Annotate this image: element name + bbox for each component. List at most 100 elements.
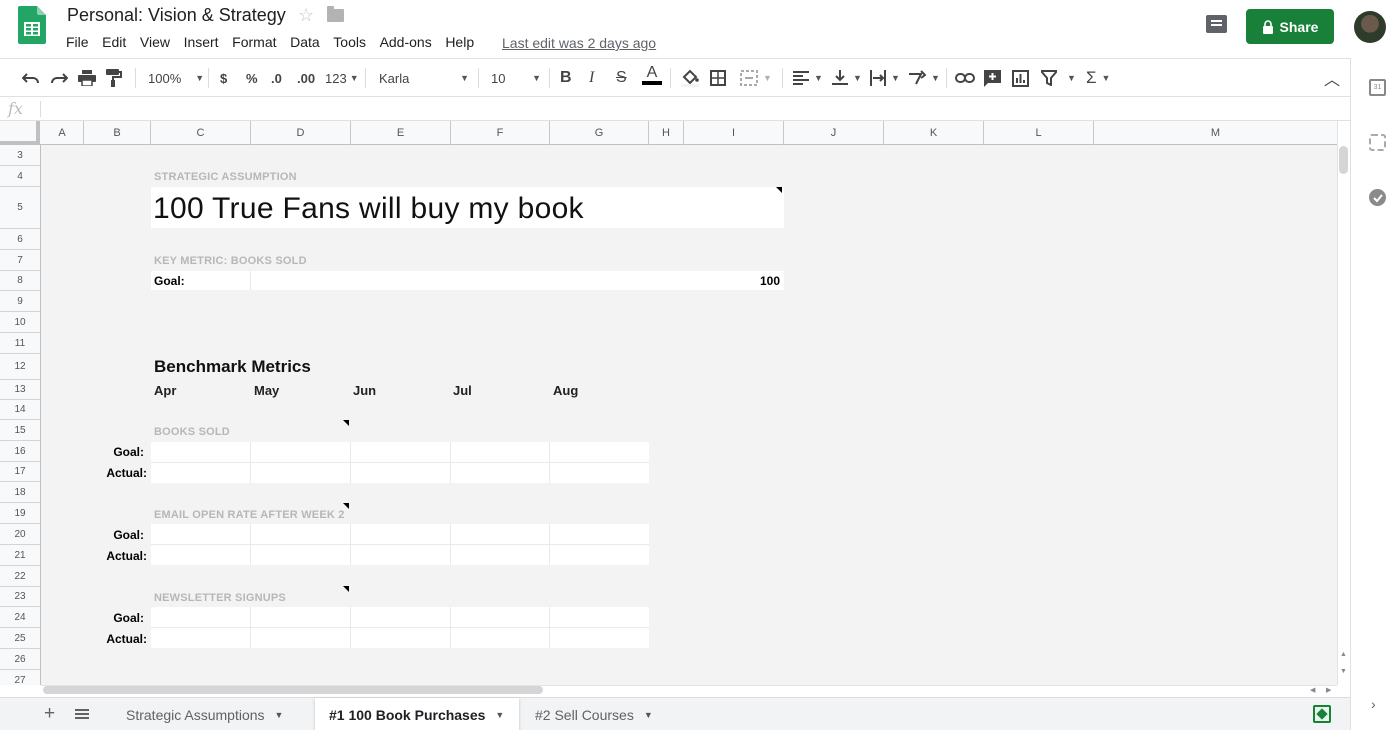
decrease-decimal-button[interactable]: .0 <box>271 67 282 89</box>
row-header[interactable]: 25 <box>0 628 40 649</box>
keep-icon[interactable] <box>1369 134 1386 151</box>
tasks-icon[interactable] <box>1369 189 1386 206</box>
row-header[interactable]: 12 <box>0 354 40 380</box>
sheet-grid[interactable]: STRATEGIC ASSUMPTION 100 True Fans will … <box>41 145 1337 685</box>
text-color-button[interactable]: A <box>642 65 662 91</box>
strikethrough-button[interactable]: S <box>616 67 627 89</box>
star-icon[interactable]: ☆ <box>298 5 314 26</box>
row-header[interactable]: 24 <box>0 607 40 628</box>
row-header[interactable]: 5 <box>0 187 40 229</box>
share-button[interactable]: Share <box>1246 9 1334 44</box>
scroll-up-icon[interactable]: ▲ <box>1340 651 1347 658</box>
row-header[interactable]: 4 <box>0 166 40 187</box>
explore-icon[interactable] <box>1313 705 1331 723</box>
percent-button[interactable]: % <box>246 67 258 89</box>
column-header-c[interactable]: C <box>151 121 251 145</box>
row-header[interactable]: 9 <box>0 291 40 312</box>
row-header[interactable]: 14 <box>0 400 40 420</box>
undo-icon[interactable] <box>22 67 40 89</box>
row-header[interactable]: 23 <box>0 587 40 607</box>
menu-format[interactable]: Format <box>232 34 276 50</box>
text-rotation-icon[interactable]: ▼ <box>908 67 940 89</box>
calendar-icon[interactable]: 31 <box>1369 79 1386 96</box>
paint-format-icon[interactable] <box>106 67 122 89</box>
scroll-left-icon[interactable]: ◀ <box>1310 686 1315 694</box>
currency-button[interactable]: $ <box>220 67 227 89</box>
row-header[interactable]: 15 <box>0 420 40 441</box>
font-select[interactable]: Karla ▼ <box>379 67 469 89</box>
column-header-a[interactable]: A <box>41 121 84 145</box>
column-header-g[interactable]: G <box>550 121 649 145</box>
row-header[interactable]: 20 <box>0 524 40 545</box>
menu-edit[interactable]: Edit <box>102 34 126 50</box>
column-header-f[interactable]: F <box>451 121 550 145</box>
key-metric-row[interactable] <box>151 271 784 290</box>
menu-add-ons[interactable]: Add-ons <box>380 34 432 50</box>
row-header[interactable]: 3 <box>0 145 40 166</box>
row-header[interactable]: 11 <box>0 333 40 354</box>
row-header[interactable]: 6 <box>0 229 40 250</box>
horizontal-scroll-thumb[interactable] <box>43 686 543 694</box>
all-sheets-icon[interactable] <box>75 709 89 719</box>
row-header[interactable]: 18 <box>0 482 40 503</box>
menu-view[interactable]: View <box>140 34 170 50</box>
row-header[interactable]: 26 <box>0 649 40 670</box>
filter-icon[interactable]: ▼ <box>1041 67 1076 89</box>
folder-icon[interactable] <box>327 6 344 22</box>
row-header[interactable]: 17 <box>0 462 40 482</box>
increase-decimal-button[interactable]: .00 <box>297 67 315 89</box>
scroll-right-icon[interactable]: ▶ <box>1326 686 1331 694</box>
column-header-e[interactable]: E <box>351 121 451 145</box>
insert-comment-icon[interactable] <box>984 67 1001 89</box>
sheets-logo-icon[interactable] <box>18 6 46 44</box>
row-header[interactable]: 27 <box>0 670 40 686</box>
tab-100-book-purchases[interactable]: #1 100 Book Purchases ▼ <box>315 698 519 730</box>
functions-button[interactable]: Σ ▼ <box>1086 67 1110 89</box>
scroll-down-icon[interactable]: ▼ <box>1340 668 1347 675</box>
column-header-i[interactable]: I <box>684 121 784 145</box>
horizontal-align-icon[interactable]: ▼ <box>793 67 823 89</box>
zoom-select[interactable]: 100% ▼ <box>148 67 204 89</box>
row-header[interactable]: 7 <box>0 250 40 271</box>
row-header[interactable]: 8 <box>0 271 40 291</box>
font-size-select[interactable]: 10 ▼ <box>491 67 541 89</box>
last-edit-link[interactable]: Last edit was 2 days ago <box>502 35 656 51</box>
row-header[interactable]: 13 <box>0 380 40 400</box>
select-all-corner[interactable] <box>0 121 40 145</box>
redo-icon[interactable] <box>50 67 68 89</box>
formula-bar[interactable] <box>0 97 1350 121</box>
document-title[interactable]: Personal: Vision & Strategy <box>67 5 286 26</box>
collapse-toolbar-icon[interactable]: ︿ <box>1324 67 1340 89</box>
menu-insert[interactable]: Insert <box>184 34 219 50</box>
column-header-d[interactable]: D <box>251 121 351 145</box>
print-icon[interactable] <box>78 67 96 89</box>
vertical-scroll-thumb[interactable] <box>1339 146 1348 174</box>
merge-cells-icon[interactable]: ▼ <box>740 67 772 89</box>
comments-icon[interactable] <box>1206 15 1227 33</box>
fill-color-icon[interactable] <box>681 67 699 89</box>
menu-help[interactable]: Help <box>445 34 474 50</box>
add-sheet-icon[interactable]: + <box>44 703 55 725</box>
column-header-l[interactable]: L <box>984 121 1094 145</box>
column-header-j[interactable]: J <box>784 121 884 145</box>
italic-button[interactable]: I <box>589 67 594 89</box>
column-header-h[interactable]: H <box>649 121 684 145</box>
row-header[interactable]: 10 <box>0 312 40 333</box>
avatar[interactable] <box>1354 11 1386 43</box>
column-header-k[interactable]: K <box>884 121 984 145</box>
chevron-right-icon[interactable]: › <box>1371 696 1376 712</box>
text-wrapping-icon[interactable]: ▼ <box>870 67 900 89</box>
column-header-m[interactable]: M <box>1094 121 1337 145</box>
row-header[interactable]: 19 <box>0 503 40 524</box>
tab-strategic-assumptions[interactable]: Strategic Assumptions ▼ <box>112 698 297 730</box>
vertical-scrollbar[interactable] <box>1337 121 1350 685</box>
row-header[interactable]: 21 <box>0 545 40 566</box>
insert-chart-icon[interactable] <box>1012 67 1029 89</box>
insert-link-icon[interactable] <box>955 67 975 89</box>
vertical-align-icon[interactable]: ▼ <box>832 67 862 89</box>
more-formats-button[interactable]: 123 ▼ <box>325 67 359 89</box>
column-header-b[interactable]: B <box>84 121 151 145</box>
tab-sell-courses[interactable]: #2 Sell Courses ▼ <box>521 698 667 730</box>
borders-icon[interactable] <box>710 67 726 89</box>
menu-data[interactable]: Data <box>290 34 320 50</box>
